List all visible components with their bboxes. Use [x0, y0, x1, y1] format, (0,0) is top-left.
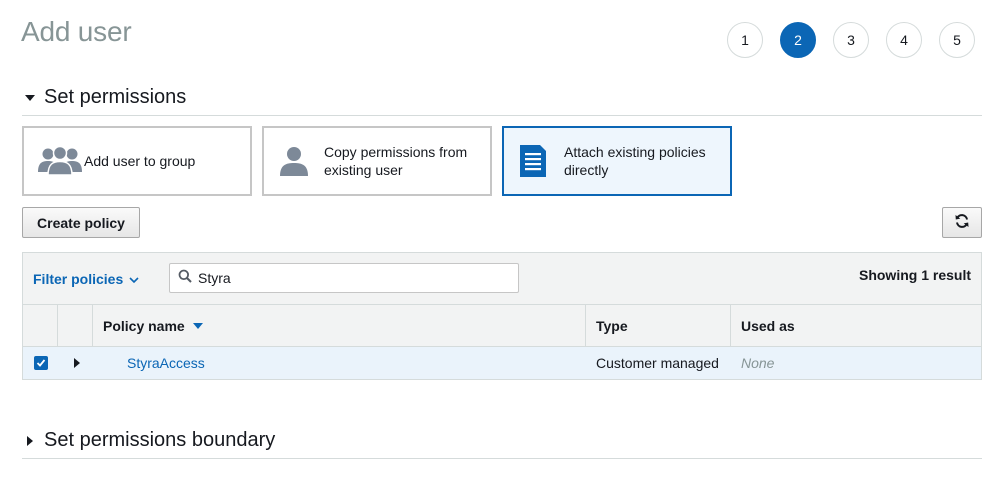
search-icon	[178, 269, 192, 288]
column-policy-name[interactable]: Policy name	[93, 305, 586, 346]
checkmark-icon	[36, 359, 46, 367]
step-2[interactable]: 2	[780, 22, 816, 58]
policy-used-as-cell: None	[741, 355, 775, 371]
permission-options: Add user to group Copy permissions from …	[22, 126, 732, 196]
page-title: Add user	[21, 16, 132, 47]
option-label: Add user to group	[84, 153, 196, 169]
table-row[interactable]: StyraAccess Customer managed None	[23, 347, 981, 379]
chevron-down-icon	[129, 271, 139, 287]
column-type[interactable]: Type	[586, 305, 731, 346]
refresh-icon	[954, 213, 970, 232]
select-column-header	[23, 305, 58, 346]
select-cell	[23, 347, 58, 379]
option-label: Copy permissions from existing user	[324, 144, 468, 178]
column-policy-name-label: Policy name	[103, 317, 185, 334]
policy-name-cell: StyraAccess	[93, 347, 586, 379]
policy-name-link[interactable]: StyraAccess	[93, 355, 205, 371]
search-input[interactable]	[198, 270, 508, 286]
step-4[interactable]: 4	[886, 22, 922, 58]
filter-policies-dropdown[interactable]: Filter policies	[33, 271, 139, 287]
refresh-button[interactable]	[942, 207, 982, 238]
option-add-user-to-group[interactable]: Add user to group	[22, 126, 252, 196]
result-count: Showing 1 result	[858, 267, 971, 283]
search-box	[169, 263, 519, 293]
user-icon	[278, 143, 324, 179]
policy-type-cell: Customer managed	[596, 355, 719, 371]
caret-right-icon	[22, 433, 38, 449]
step-1[interactable]: 1	[727, 22, 763, 58]
set-permissions-header[interactable]: Set permissions	[22, 80, 982, 116]
row-checkbox[interactable]	[34, 356, 48, 370]
step-indicator: 1 2 3 4 5	[727, 22, 975, 58]
sort-desc-icon[interactable]	[192, 322, 203, 329]
expand-column-header	[58, 305, 93, 346]
create-policy-button[interactable]: Create policy	[22, 207, 140, 238]
table-header: Policy name Type Used as	[23, 305, 981, 347]
filter-policies-label: Filter policies	[33, 271, 124, 287]
step-3[interactable]: 3	[833, 22, 869, 58]
step-5[interactable]: 5	[939, 22, 975, 58]
expand-cell	[58, 347, 93, 379]
user-group-icon	[38, 143, 84, 179]
set-permissions-title: Set permissions	[44, 86, 187, 108]
set-permissions-boundary-title: Set permissions boundary	[44, 429, 276, 451]
expand-row-icon[interactable]	[74, 358, 80, 368]
set-permissions-boundary-header[interactable]: Set permissions boundary	[22, 423, 982, 459]
option-copy-permissions[interactable]: Copy permissions from existing user	[262, 126, 492, 196]
caret-down-icon	[22, 90, 38, 106]
document-icon	[518, 143, 564, 179]
option-label: Attach existing policies directly	[564, 144, 706, 178]
option-attach-policies[interactable]: Attach existing policies directly	[502, 126, 732, 196]
policy-table: Filter policies Showing 1 result Policy …	[22, 252, 982, 380]
filter-bar: Filter policies Showing 1 result	[23, 253, 981, 305]
column-used-as[interactable]: Used as	[731, 305, 981, 346]
